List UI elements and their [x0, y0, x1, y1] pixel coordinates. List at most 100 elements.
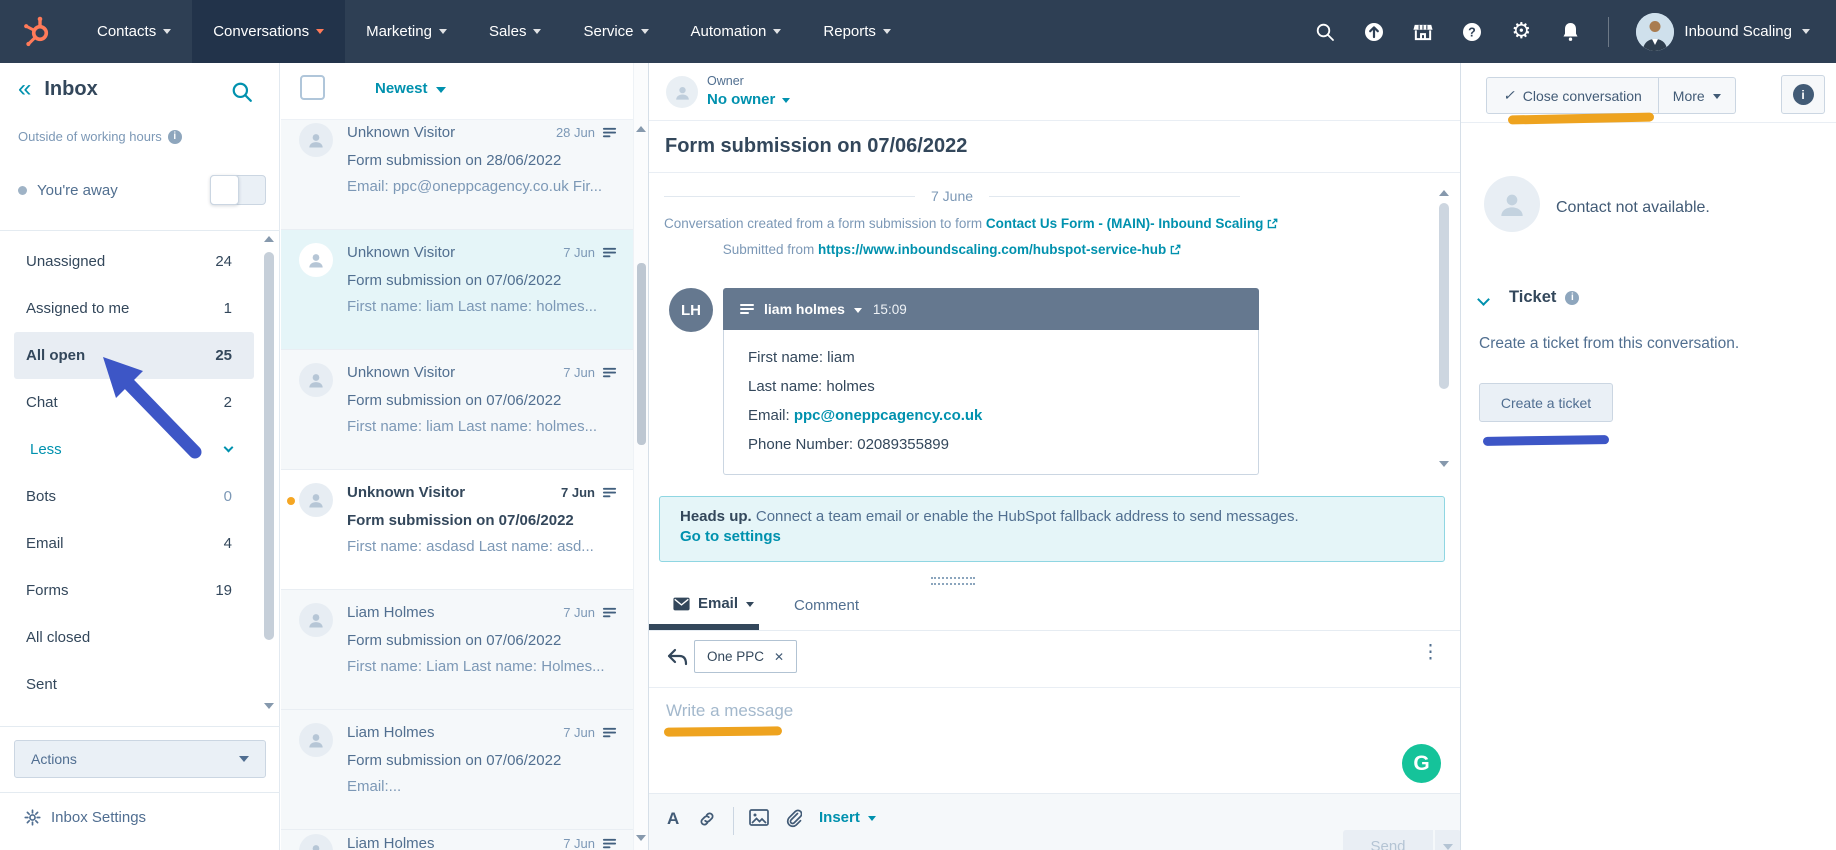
conversation-date: 7 Jun — [563, 365, 595, 380]
select-all-checkbox[interactable] — [300, 75, 325, 100]
go-to-settings-link[interactable]: Go to settings — [680, 528, 1424, 545]
recipient-chip[interactable]: One PPC ✕ — [694, 640, 798, 673]
form-field-line: First name: liam — [748, 343, 1234, 372]
upgrade-icon[interactable] — [1363, 21, 1385, 43]
message-input[interactable]: Write a message — [666, 701, 793, 721]
sidebar-item-all-closed[interactable]: All closed — [14, 614, 254, 661]
notifications-icon[interactable] — [1559, 21, 1581, 43]
working-hours-status: Outside of working hours i — [18, 129, 182, 144]
actions-dropdown[interactable]: Actions — [14, 740, 266, 778]
remove-recipient-icon[interactable]: ✕ — [774, 650, 784, 664]
create-ticket-button[interactable]: Create a ticket — [1479, 383, 1613, 422]
message-header[interactable]: liam holmes 15:09 — [723, 288, 1259, 330]
sidebar-item-email[interactable]: Email 4 — [14, 520, 254, 567]
actions-label: Actions — [31, 751, 77, 767]
nav-item-contacts[interactable]: Contacts — [76, 0, 192, 63]
presence-dot-icon — [18, 185, 27, 195]
scroll-up-icon[interactable] — [636, 126, 646, 132]
conversation-list-scrollbar[interactable] — [637, 263, 646, 445]
insert-link-icon[interactable] — [697, 809, 717, 829]
account-menu[interactable]: Inbound Scaling — [1636, 12, 1810, 51]
inbox-title: Inbox — [44, 77, 98, 100]
composer-tabs: Email Comment — [649, 583, 1461, 631]
nav-item-service[interactable]: Service — [562, 0, 669, 63]
sidebar-item-assigned-to-me[interactable]: Assigned to me 1 — [14, 285, 254, 332]
sidebar-item-count: 2 — [223, 394, 232, 411]
conversation-contact-name: Unknown Visitor — [347, 244, 456, 261]
sidebar-item-forms[interactable]: Forms 19 — [14, 567, 254, 614]
form-link[interactable]: Contact Us Form - (MAIN)- Inbound Scalin… — [986, 216, 1263, 231]
insert-image-icon[interactable] — [749, 809, 769, 827]
sidebar-item-sent[interactable]: Sent — [14, 661, 254, 708]
collapse-sidebar-icon[interactable]: « — [18, 77, 31, 101]
attach-file-icon[interactable] — [783, 808, 802, 828]
nav-item-label: Marketing — [366, 23, 432, 40]
nav-item-reports[interactable]: Reports — [802, 0, 912, 63]
text-format-icon[interactable]: A — [667, 809, 679, 829]
nav-item-marketing[interactable]: Marketing — [345, 0, 468, 63]
sidebar-item-label: All open — [26, 347, 86, 364]
nav-item-label: Contacts — [97, 23, 157, 40]
submitted-url-link[interactable]: https://www.inboundscaling.com/hubspot-s… — [818, 242, 1166, 257]
details-info-button[interactable]: i — [1781, 75, 1825, 114]
inbox-search-icon[interactable] — [231, 81, 253, 103]
chevron-down-icon — [223, 442, 234, 453]
marketplace-icon[interactable] — [1412, 21, 1434, 43]
sidebar-item-count: 25 — [215, 347, 232, 364]
divider — [0, 230, 280, 231]
sidebar-scrollbar[interactable] — [264, 252, 274, 640]
conversation-subject: Form submission on 07/06/2022 — [347, 512, 574, 529]
scroll-down-icon[interactable] — [264, 703, 274, 709]
scroll-down-icon[interactable] — [1439, 461, 1449, 467]
grammarly-icon[interactable]: G — [1402, 744, 1441, 783]
divider — [649, 172, 1461, 173]
toggle-knob[interactable] — [210, 175, 239, 205]
scroll-up-icon[interactable] — [1439, 190, 1449, 196]
email-link[interactable]: ppc@oneppcagency.co.uk — [794, 407, 983, 424]
owner-dropdown[interactable]: No owner — [707, 91, 791, 108]
chevron-down-icon — [316, 29, 325, 34]
person-icon — [309, 374, 323, 388]
sidebar-item-unassigned[interactable]: Unassigned 24 — [14, 238, 254, 285]
form-channel-icon — [602, 127, 617, 138]
scroll-down-icon[interactable] — [636, 835, 646, 841]
tab-comment[interactable]: Comment — [794, 597, 859, 614]
more-options-icon[interactable]: ⋮ — [1421, 641, 1440, 664]
conversation-list-item[interactable]: Liam Holmes 7 Jun Form submission on 07/… — [281, 590, 633, 710]
close-conversation-button[interactable]: ✓ Close conversation — [1486, 77, 1659, 114]
info-icon[interactable]: i — [1565, 290, 1580, 305]
sidebar-item-bots[interactable]: Bots 0 — [14, 473, 254, 520]
search-icon[interactable] — [1314, 21, 1336, 43]
tab-email[interactable]: Email — [673, 595, 755, 612]
thread-scrollbar[interactable] — [1439, 203, 1449, 389]
sort-dropdown[interactable]: Newest — [375, 80, 446, 97]
nav-item-conversations[interactable]: Conversations — [192, 0, 346, 63]
availability-toggle[interactable] — [210, 175, 266, 205]
info-icon[interactable]: i — [167, 129, 182, 144]
ticket-collapse-icon[interactable] — [1477, 293, 1490, 306]
sidebar-item-count: 0 — [223, 488, 232, 505]
hubspot-logo-icon[interactable] — [20, 15, 54, 49]
conversation-list-item[interactable]: Unknown Visitor 7 Jun Form submission on… — [281, 230, 633, 350]
tab-email-label: Email — [698, 595, 739, 612]
conversation-list-item[interactable]: Unknown Visitor 28 Jun Form submission o… — [281, 120, 633, 230]
inbox-settings-button[interactable]: Inbox Settings — [24, 809, 146, 826]
nav-item-automation[interactable]: Automation — [670, 0, 803, 63]
form-field-text: Email: — [748, 407, 794, 424]
scroll-up-icon[interactable] — [264, 236, 274, 242]
send-options-button[interactable] — [1435, 830, 1461, 850]
insert-dropdown[interactable]: Insert — [819, 809, 876, 826]
conversation-list-item[interactable]: Liam Holmes 7 Jun — [281, 830, 633, 850]
conversation-list-item[interactable]: Unknown Visitor 7 Jun Form submission on… — [281, 350, 633, 470]
conversation-list-item[interactable]: Unknown Visitor 7 Jun Form submission on… — [281, 470, 633, 590]
conversation-list-item[interactable]: Liam Holmes 7 Jun Form submission on 07/… — [281, 710, 633, 830]
conversation-date: 7 Jun — [561, 485, 595, 500]
nav-item-sales[interactable]: Sales — [468, 0, 563, 63]
chevron-down-icon — [746, 602, 755, 607]
external-link-icon — [1169, 244, 1181, 256]
chevron-down-icon — [773, 29, 782, 34]
send-button[interactable]: Send — [1343, 830, 1433, 850]
help-icon[interactable]: ? — [1461, 21, 1483, 43]
settings-icon[interactable]: ⚙ — [1510, 20, 1532, 43]
more-button[interactable]: More — [1658, 77, 1736, 114]
